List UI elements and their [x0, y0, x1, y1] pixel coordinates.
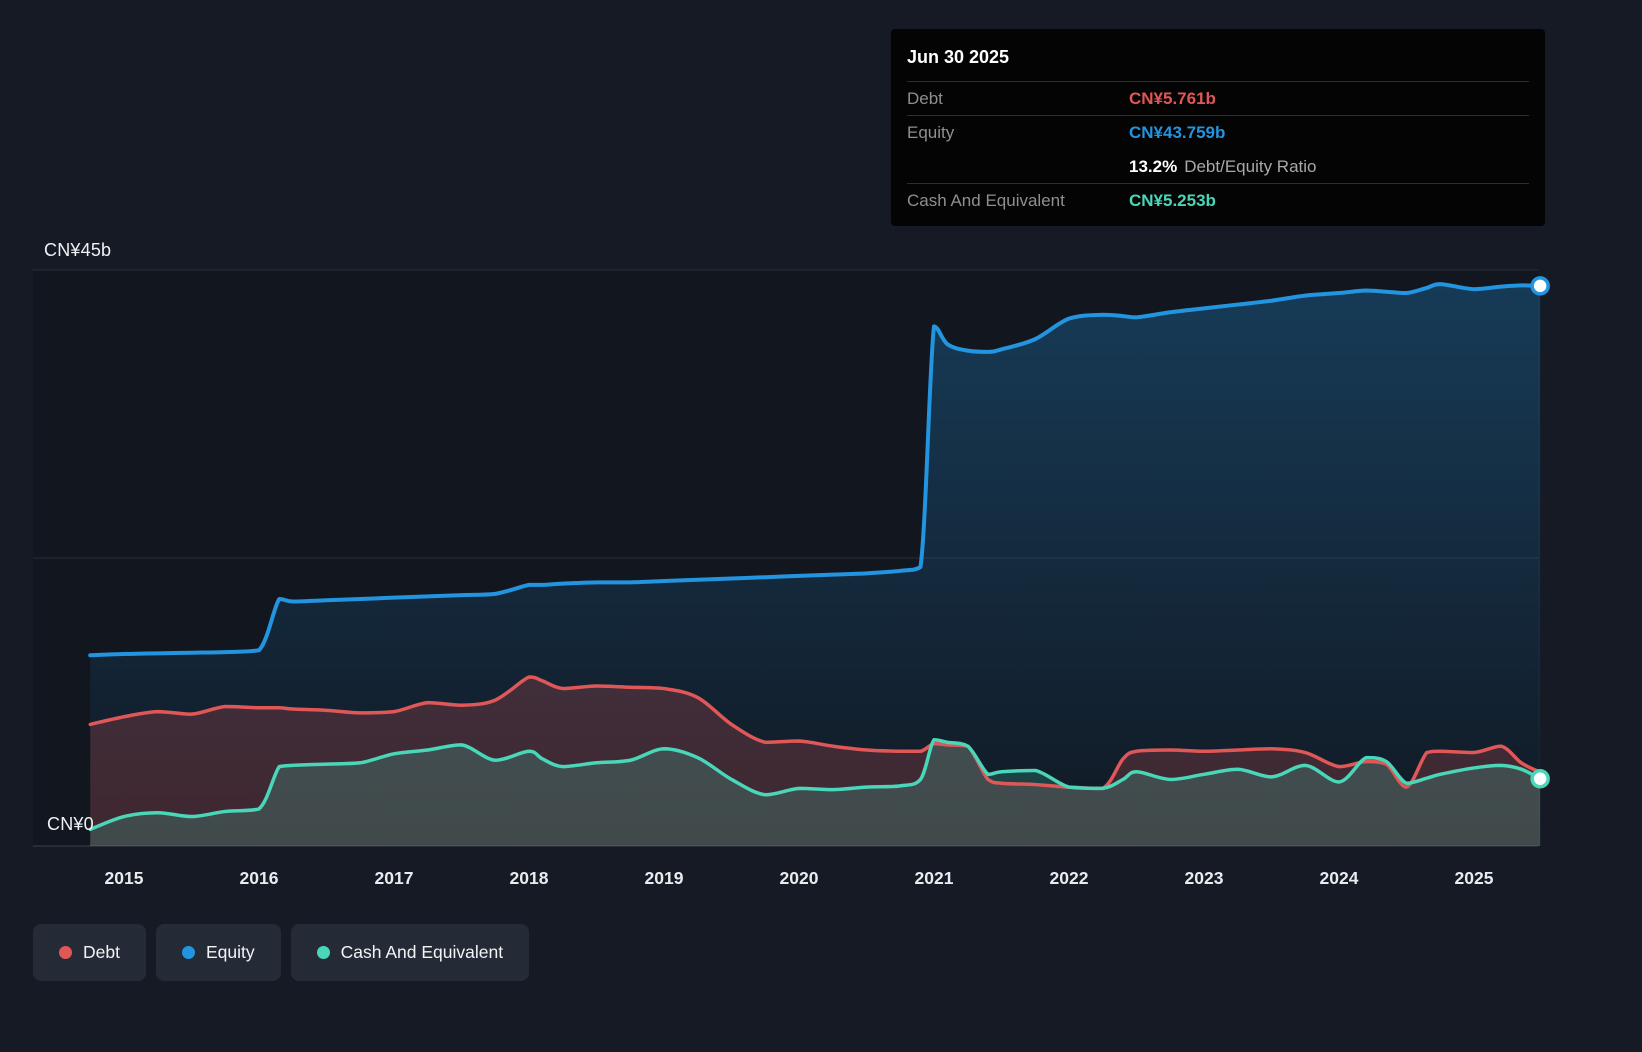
tooltip-ratio: 13.2% Debt/Equity Ratio [1129, 157, 1529, 177]
tooltip-ratio-value: 13.2% [1129, 156, 1178, 176]
debt-dot-icon [59, 946, 72, 959]
legend-item-cash[interactable]: Cash And Equivalent [290, 924, 530, 981]
tooltip-debt-value: CN¥5.761b [1129, 88, 1216, 108]
balance-sheet-history-chart: 2015 2016 2017 2018 2019 2020 2021 2022 2023 2024… [0, 0, 1642, 1052]
tooltip-row-equity: Equity CN¥43.759b [907, 116, 1529, 150]
equity-end-marker[interactable] [1530, 276, 1550, 296]
x-tick-2021: 2021 [915, 868, 954, 888]
x-tick-2019: 2019 [645, 868, 684, 888]
legend-item-equity[interactable]: Equity [155, 924, 281, 981]
tooltip-row-cash: Cash And Equivalent CN¥5.253b [907, 184, 1529, 218]
cash-and-equivalent-end-marker[interactable] [1530, 769, 1550, 789]
x-tick-2022: 2022 [1050, 868, 1089, 888]
chart-legend: Debt Equity Cash And Equivalent [33, 924, 530, 981]
y-axis-label-max: CN¥45b [44, 240, 112, 260]
x-tick-2016: 2016 [240, 868, 279, 888]
tooltip-date: Jun 30 2025 [907, 39, 1529, 82]
x-tick-2020: 2020 [780, 868, 819, 888]
x-tick-2024: 2024 [1320, 868, 1359, 888]
y-axis-label-zero: CN¥0 [47, 814, 94, 834]
legend-label-cash: Cash And Equivalent [340, 942, 504, 962]
equity-dot-icon [181, 946, 195, 959]
x-tick-2025: 2025 [1455, 868, 1494, 888]
tooltip-ratio-label: Debt/Equity Ratio [1184, 156, 1317, 176]
tooltip-debt-label: Debt [907, 88, 943, 108]
tooltip-cash-value: CN¥5.253b [1129, 191, 1216, 210]
x-tick-2017: 2017 [375, 868, 414, 888]
tooltip-row-debt: Debt CN¥5.761b [907, 82, 1529, 116]
tooltip-equity-value: CN¥43.759b [1129, 123, 1226, 142]
x-tick-2023: 2023 [1185, 868, 1224, 888]
tooltip-equity-label: Equity [907, 123, 955, 142]
cash-dot-icon [316, 946, 330, 959]
tooltip-row-ratio: 13.2% Debt/Equity Ratio [907, 150, 1529, 184]
tooltip-cash-label: Cash And Equivalent [907, 191, 1065, 210]
x-tick-2015: 2015 [105, 868, 144, 888]
chart-tooltip: Jun 30 2025 Debt CN¥5.761b Equity CN¥43.… [891, 29, 1545, 226]
x-tick-2018: 2018 [510, 868, 549, 888]
legend-label-debt: Debt [83, 942, 120, 962]
legend-label-equity: Equity [205, 942, 255, 962]
legend-item-debt[interactable]: Debt [33, 924, 146, 981]
